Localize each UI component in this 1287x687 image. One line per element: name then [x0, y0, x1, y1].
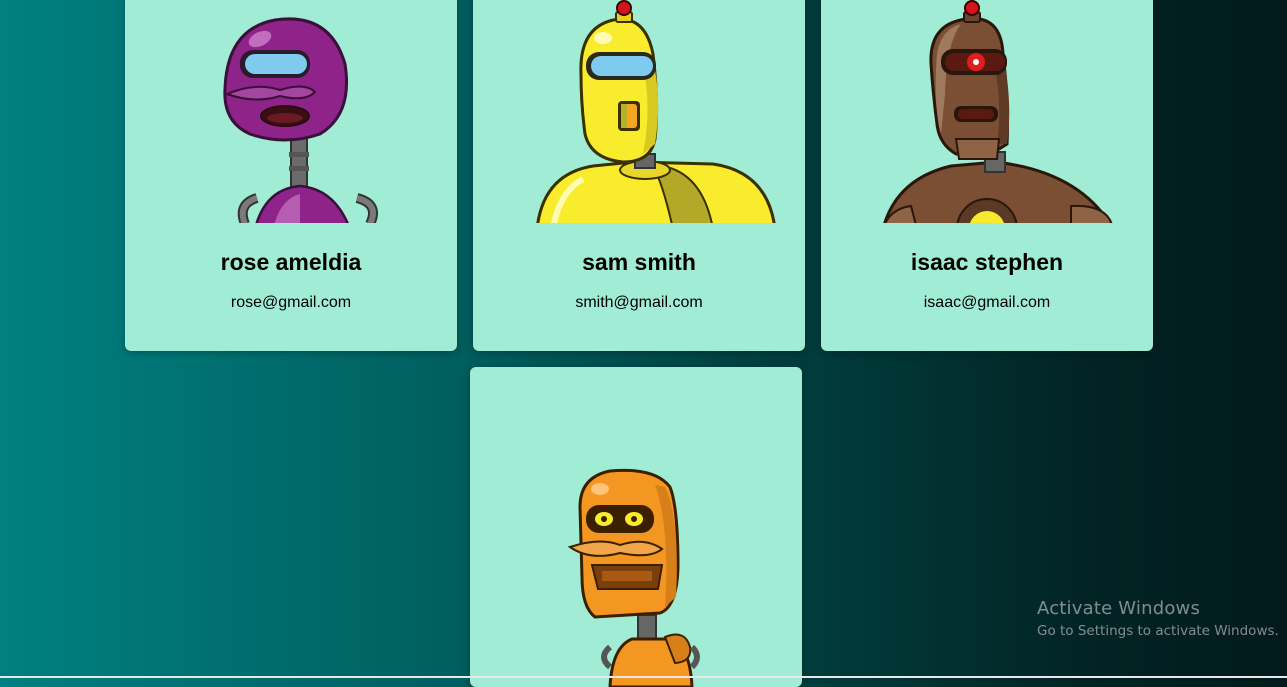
- robot-card: rose ameldia rose@gmail.com: [125, 0, 457, 351]
- purple-robot-image: [125, 0, 457, 223]
- watermark-subtitle: Go to Settings to activate Windows.: [1037, 623, 1279, 639]
- robot-card: sam smith smith@gmail.com: [473, 0, 805, 351]
- robot-email: rose@gmail.com: [230, 294, 352, 311]
- yellow-robot-image: [473, 0, 805, 223]
- robot-email: isaac@gmail.com: [923, 294, 1051, 311]
- watermark-title: Activate Windows: [1037, 598, 1201, 619]
- robot-name: isaac stephen: [910, 249, 1064, 275]
- robot-name: rose ameldia: [220, 249, 362, 275]
- robot-card: isaac stephen isaac@gmail.com: [821, 0, 1153, 351]
- windows-activation-watermark: Activate Windows Go to Settings to activ…: [1037, 598, 1279, 639]
- robot-card: [470, 367, 802, 687]
- robot-email: smith@gmail.com: [575, 294, 703, 311]
- robot-name: sam smith: [582, 249, 696, 275]
- brown-robot-image: [821, 0, 1153, 223]
- orange-robot-image: [470, 367, 802, 687]
